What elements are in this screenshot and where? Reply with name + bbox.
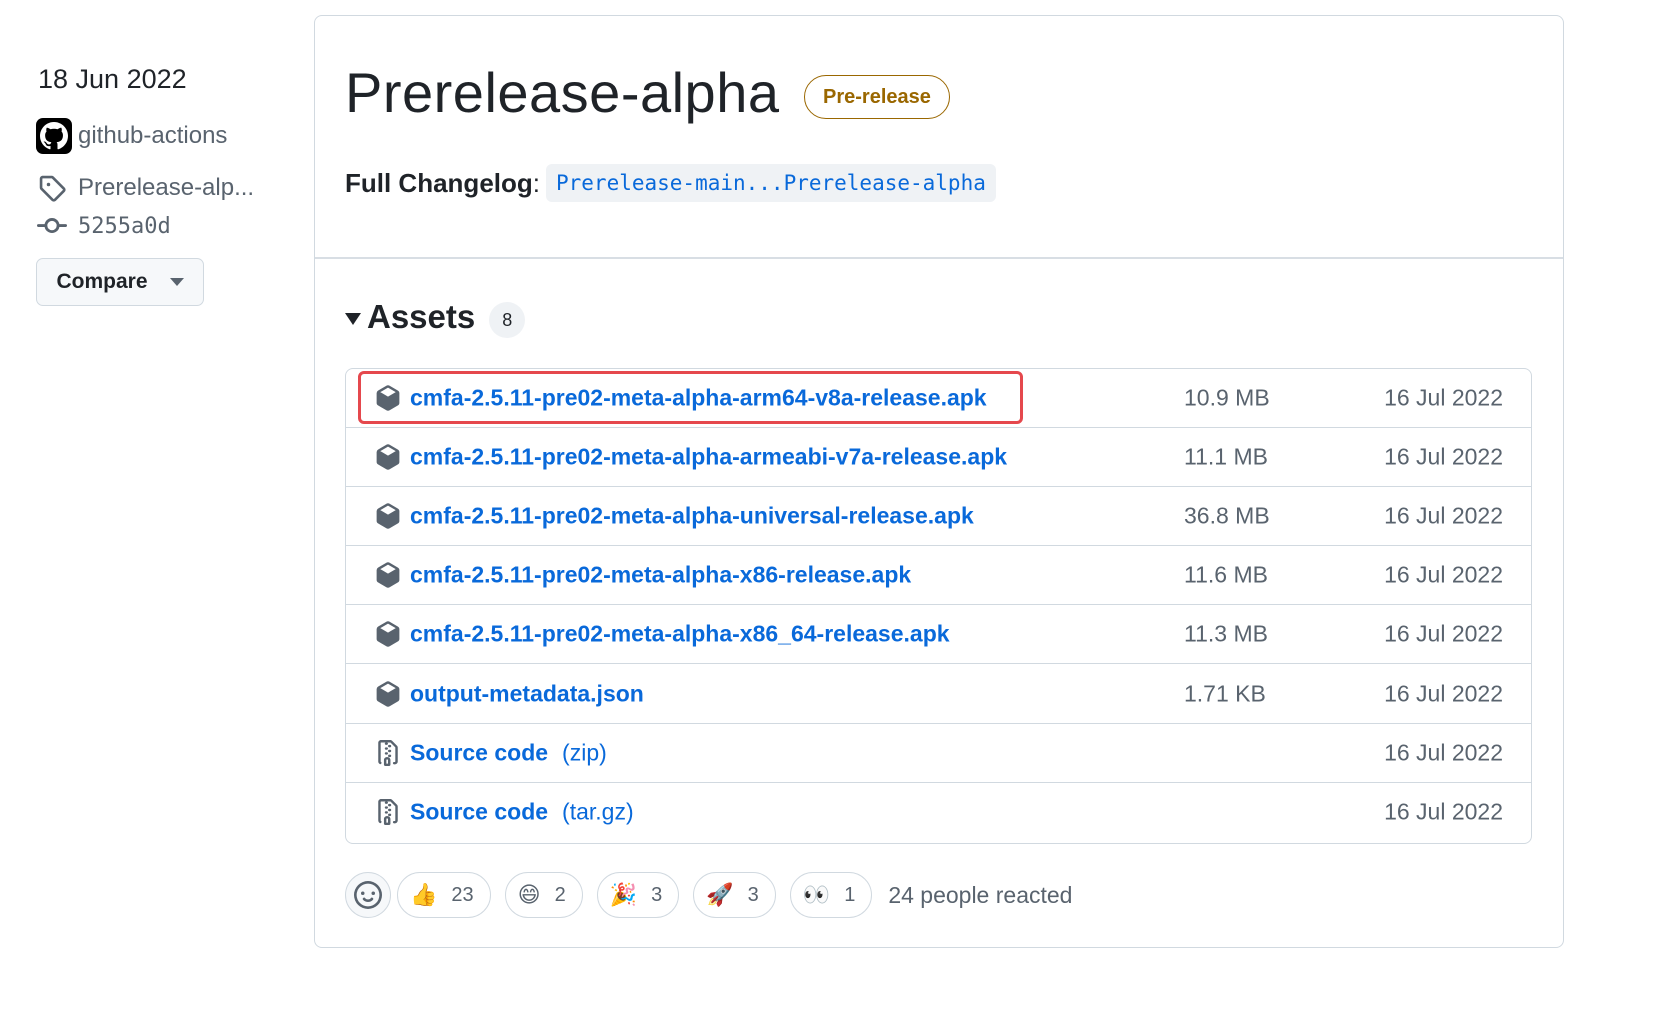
release-title[interactable]: Prerelease-alpha <box>345 60 779 125</box>
release-card: Prerelease-alpha Pre-release Full Change… <box>314 15 1564 948</box>
full-changelog: Full Changelog : Prerelease-main...Prere… <box>345 164 996 202</box>
hooray-icon: 🎉 <box>609 882 638 908</box>
asset-date: 16 Jul 2022 <box>1384 680 1503 707</box>
commit-link[interactable]: 5255a0d <box>36 210 171 242</box>
asset-row: Source code (tar.gz) 16 Jul 2022 <box>346 783 1531 842</box>
package-icon <box>374 443 402 471</box>
release-date: 18 Jun 2022 <box>38 64 187 94</box>
triangle-down-icon <box>169 278 184 286</box>
asset-link[interactable]: cmfa-2.5.11-pre02-meta-alpha-arm64-v8a-r… <box>410 385 987 412</box>
commit-sha[interactable]: 5255a0d <box>78 214 171 239</box>
eyes-icon: 👀 <box>802 882 831 908</box>
asset-size: 11.1 MB <box>1184 443 1268 470</box>
reactions-summary: 24 people reacted <box>888 881 1073 908</box>
reaction-count: 23 <box>451 883 474 906</box>
asset-name[interactable]: Source code <box>410 739 548 766</box>
asset-size: 36.8 MB <box>1184 502 1270 529</box>
asset-link[interactable]: output-metadata.json <box>410 680 644 707</box>
file-zip-icon <box>374 739 402 767</box>
asset-size: 1.71 KB <box>1184 680 1266 707</box>
triangle-down-icon <box>345 313 361 325</box>
asset-name[interactable]: Source code <box>410 799 548 826</box>
asset-size: 10.9 MB <box>1184 384 1270 411</box>
compare-button[interactable]: Compare <box>36 258 204 306</box>
assets-count-badge: 8 <box>489 302 526 338</box>
asset-name[interactable]: cmfa-2.5.11-pre02-meta-alpha-x86_64-rele… <box>410 621 950 648</box>
asset-size: 11.6 MB <box>1184 561 1268 588</box>
asset-row: cmfa-2.5.11-pre02-meta-alpha-arm64-v8a-r… <box>346 369 1531 429</box>
asset-size: 11.3 MB <box>1184 620 1268 647</box>
asset-date: 16 Jul 2022 <box>1384 739 1503 766</box>
asset-date: 16 Jul 2022 <box>1384 561 1503 588</box>
assets-title: Assets <box>367 298 476 335</box>
changelog-compare-link[interactable]: Prerelease-main...Prerelease-alpha <box>546 164 996 202</box>
asset-link[interactable]: cmfa-2.5.11-pre02-meta-alpha-x86-release… <box>410 562 911 589</box>
package-icon <box>374 680 402 708</box>
rocket-icon: 🚀 <box>706 882 734 908</box>
compare-label: Compare <box>56 270 148 293</box>
asset-row: output-metadata.json 1.71 KB 16 Jul 2022 <box>346 664 1531 724</box>
asset-date: 16 Jul 2022 <box>1384 384 1503 411</box>
asset-name[interactable]: cmfa-2.5.11-pre02-meta-alpha-x86-release… <box>410 562 911 589</box>
asset-row: cmfa-2.5.11-pre02-meta-alpha-x86-release… <box>346 546 1531 606</box>
asset-name[interactable]: cmfa-2.5.11-pre02-meta-alpha-arm64-v8a-r… <box>410 385 987 412</box>
reaction-eyes[interactable]: 👀 1 <box>789 872 873 918</box>
git-commit-icon <box>36 210 68 242</box>
asset-row: cmfa-2.5.11-pre02-meta-alpha-armeabi-v7a… <box>346 428 1531 488</box>
reactions-bar: 👍 23 😄 2 🎉 3 🚀 3 👀 1 24 people reacted <box>345 872 1072 918</box>
reaction-count: 3 <box>747 883 759 906</box>
assets-list: cmfa-2.5.11-pre02-meta-alpha-arm64-v8a-r… <box>345 368 1532 844</box>
asset-name[interactable]: output-metadata.json <box>410 680 644 707</box>
thumbs-up-icon: 👍 <box>410 882 438 908</box>
assets-toggle[interactable]: Assets 8 <box>345 296 526 338</box>
asset-link[interactable]: Source code (tar.gz) <box>410 799 634 826</box>
package-icon <box>374 561 402 589</box>
prerelease-badge: Pre-release <box>804 75 950 119</box>
reaction-rocket[interactable]: 🚀 3 <box>693 872 776 918</box>
asset-date: 16 Jul 2022 <box>1384 443 1503 470</box>
reaction-thumbs-up[interactable]: 👍 23 <box>397 872 491 918</box>
asset-name[interactable]: cmfa-2.5.11-pre02-meta-alpha-armeabi-v7a… <box>410 444 1007 471</box>
changelog-label: Full Changelog <box>345 167 533 198</box>
github-logo-icon <box>40 122 68 150</box>
file-zip-icon <box>374 798 402 826</box>
smiley-icon <box>354 881 382 909</box>
package-icon <box>374 502 402 530</box>
tag-link[interactable]: Prerelease-alp... <box>36 172 254 204</box>
package-icon <box>374 620 402 648</box>
author-link[interactable]: github-actions <box>36 118 227 154</box>
add-reaction-button[interactable] <box>345 872 391 918</box>
asset-row: cmfa-2.5.11-pre02-meta-alpha-x86_64-rele… <box>346 605 1531 665</box>
divider <box>315 257 1563 259</box>
asset-date: 16 Jul 2022 <box>1384 620 1503 647</box>
asset-date: 16 Jul 2022 <box>1384 502 1503 529</box>
tag-name[interactable]: Prerelease-alp... <box>78 174 254 202</box>
asset-link[interactable]: cmfa-2.5.11-pre02-meta-alpha-universal-r… <box>410 503 974 530</box>
asset-link[interactable]: cmfa-2.5.11-pre02-meta-alpha-x86_64-rele… <box>410 621 950 648</box>
reaction-count: 2 <box>554 883 566 906</box>
changelog-colon: : <box>532 167 540 198</box>
asset-row: cmfa-2.5.11-pre02-meta-alpha-universal-r… <box>346 487 1531 547</box>
asset-format[interactable]: (tar.gz) <box>562 799 634 826</box>
author-name[interactable]: github-actions <box>78 122 227 150</box>
reaction-laugh[interactable]: 😄 2 <box>504 872 583 918</box>
asset-name[interactable]: cmfa-2.5.11-pre02-meta-alpha-universal-r… <box>410 503 974 530</box>
asset-link[interactable]: cmfa-2.5.11-pre02-meta-alpha-armeabi-v7a… <box>410 444 1007 471</box>
asset-date: 16 Jul 2022 <box>1384 798 1503 825</box>
asset-format[interactable]: (zip) <box>562 739 607 766</box>
asset-link[interactable]: Source code (zip) <box>410 739 607 766</box>
reaction-count: 1 <box>844 883 856 906</box>
tag-icon <box>36 172 68 204</box>
avatar[interactable] <box>36 118 72 154</box>
reaction-hooray[interactable]: 🎉 3 <box>596 872 680 918</box>
laugh-icon: 😄 <box>517 882 541 908</box>
asset-row: Source code (zip) 16 Jul 2022 <box>346 724 1531 783</box>
package-icon <box>374 384 402 412</box>
reaction-count: 3 <box>651 883 663 906</box>
